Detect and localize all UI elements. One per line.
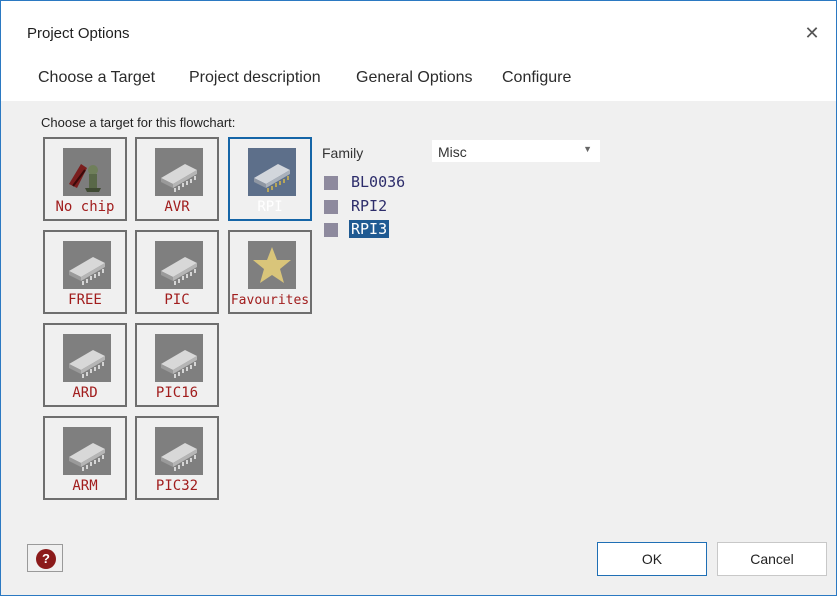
family-label: Family — [322, 145, 364, 161]
project-options-dialog: Project Options ✕ Choose a Target Projec… — [0, 0, 837, 596]
no-chip-icon — [63, 148, 111, 196]
tab-configure[interactable]: Configure — [502, 69, 571, 87]
help-button[interactable]: ? — [27, 544, 63, 572]
tile-label: AVR — [164, 199, 190, 215]
target-tile-arm[interactable]: ARM — [43, 416, 127, 500]
window-title: Project Options — [27, 25, 130, 42]
tab-project-description[interactable]: Project description — [189, 69, 321, 87]
chip-name: RPI3 — [349, 220, 390, 238]
chip-name: BL0036 — [351, 173, 406, 191]
ok-button[interactable]: OK — [597, 542, 707, 576]
star-icon — [248, 241, 296, 289]
target-tile-pic[interactable]: PIC — [135, 230, 219, 314]
family-dropdown[interactable]: Misc ▼ — [431, 139, 601, 163]
title-bar: Project Options ✕ — [1, 1, 836, 65]
target-tile-free[interactable]: FREE — [43, 230, 127, 314]
tile-label: ARD — [72, 385, 98, 401]
close-icon[interactable]: ✕ — [800, 21, 824, 45]
cancel-button[interactable]: Cancel — [717, 542, 827, 576]
tile-label: No chip — [55, 199, 115, 215]
target-tile-rpi[interactable]: RPI — [228, 137, 312, 221]
tile-label: PIC — [164, 292, 190, 308]
target-tile-pic16[interactable]: PIC16 — [135, 323, 219, 407]
tab-content: Choose a target for this flowchart: No c… — [1, 101, 836, 595]
target-tile-no-chip[interactable]: No chip — [43, 137, 127, 221]
chip-icon — [155, 427, 203, 475]
tile-label: PIC32 — [155, 478, 199, 494]
target-tile-favourites[interactable]: Favourites — [228, 230, 312, 314]
target-tile-pic32[interactable]: PIC32 — [135, 416, 219, 500]
chip-icon — [248, 148, 296, 196]
target-tile-avr[interactable]: AVR — [135, 137, 219, 221]
chevron-down-icon: ▼ — [583, 144, 592, 154]
tile-label: PIC16 — [155, 385, 199, 401]
chip-icon — [155, 334, 203, 382]
tile-label: ARM — [72, 478, 98, 494]
tab-general-options[interactable]: General Options — [356, 69, 473, 87]
chip-icon — [155, 241, 203, 289]
target-prompt: Choose a target for this flowchart: — [41, 115, 236, 130]
tab-strip: Choose a Target Project description Gene… — [1, 65, 836, 101]
chip-square-icon — [324, 200, 338, 214]
tab-choose-target[interactable]: Choose a Target — [38, 69, 155, 87]
chip-icon — [63, 334, 111, 382]
target-tile-ard[interactable]: ARD — [43, 323, 127, 407]
tile-label: RPI — [257, 199, 283, 215]
tile-label: FREE — [68, 292, 102, 308]
chip-name: RPI2 — [351, 197, 388, 215]
chip-icon — [63, 427, 111, 475]
chip-square-icon — [324, 223, 338, 237]
chip-icon — [63, 241, 111, 289]
chip-square-icon — [324, 176, 338, 190]
family-selected-value: Misc — [438, 144, 467, 160]
chip-icon — [155, 148, 203, 196]
tile-label: Favourites — [230, 293, 310, 308]
help-icon: ? — [36, 549, 56, 569]
